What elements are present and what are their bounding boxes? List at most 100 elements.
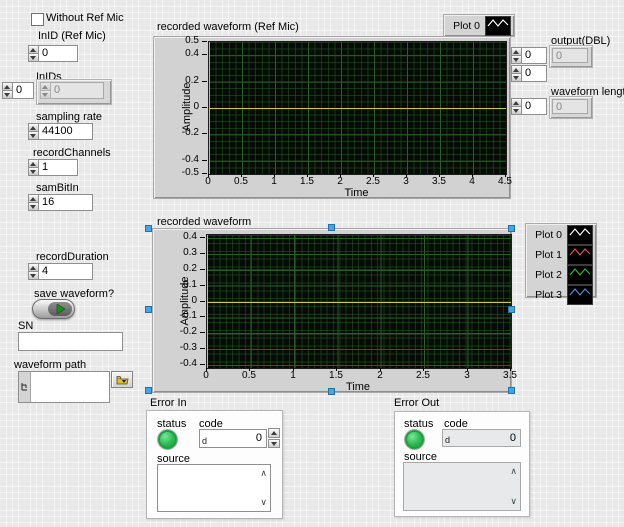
sampling-rate-value[interactable]: 44100 bbox=[39, 123, 93, 140]
x-tick-label: 2.5 bbox=[361, 176, 385, 187]
x-tick-label: 2 bbox=[368, 370, 392, 381]
waveform-length-index-input[interactable]: 0 bbox=[511, 98, 547, 115]
plot-area[interactable] bbox=[206, 234, 512, 369]
scroll-down-icon[interactable]: ∨ bbox=[510, 497, 517, 506]
selection-handle[interactable] bbox=[145, 306, 152, 313]
x-tick-label: 2.5 bbox=[411, 370, 435, 381]
y-tick-mark bbox=[202, 107, 207, 108]
error-in-status-label: status bbox=[157, 418, 186, 430]
selection-handle[interactable] bbox=[328, 224, 335, 231]
without-ref-mic-checkbox[interactable] bbox=[31, 13, 44, 26]
graph-legend[interactable]: Plot 0Plot 1Plot 2 Plot 3 bbox=[525, 223, 597, 298]
labview-front-panel: Without Ref Mic InID (Ref Mic) 0 InIDs 0… bbox=[0, 0, 624, 527]
output-dbl-index1-input[interactable]: 0 bbox=[511, 47, 547, 64]
without-ref-mic-label: Without Ref Mic bbox=[46, 12, 124, 24]
scroll-down-icon[interactable]: ∨ bbox=[260, 498, 267, 507]
inids-index-input[interactable]: 0 bbox=[2, 82, 34, 99]
x-tick-mark bbox=[307, 174, 308, 177]
selection-handle[interactable] bbox=[508, 225, 515, 232]
save-waveform-button[interactable] bbox=[32, 299, 75, 319]
x-tick-mark bbox=[472, 174, 473, 177]
code-spinner[interactable] bbox=[268, 428, 280, 448]
legend-item[interactable]: Plot 1 bbox=[529, 245, 593, 265]
waveform-length-element-value[interactable]: 0 bbox=[552, 99, 588, 114]
x-tick-label: 0.5 bbox=[237, 370, 261, 381]
waveform-line-icon[interactable] bbox=[567, 225, 593, 245]
error-in-code-input[interactable]: d 0 bbox=[199, 429, 267, 448]
spinner-icon[interactable] bbox=[511, 65, 522, 82]
graph-legend-ref-mic[interactable]: Plot 0 bbox=[443, 14, 515, 37]
spinner-icon[interactable] bbox=[511, 98, 522, 115]
waveform-path-value[interactable] bbox=[31, 372, 109, 402]
selection-handle[interactable] bbox=[145, 225, 152, 232]
inid-ref-mic-value[interactable]: 0 bbox=[39, 45, 78, 62]
x-tick-label: 3.5 bbox=[498, 370, 522, 381]
inid-ref-mic-input[interactable]: 0 bbox=[28, 45, 78, 62]
spinner-icon[interactable] bbox=[28, 45, 39, 62]
output-dbl-index2-input[interactable]: 0 bbox=[511, 65, 547, 82]
y-tick-mark bbox=[202, 41, 207, 42]
error-out-source-indicator: ∧ ∨ bbox=[403, 462, 521, 511]
waveform-line-icon[interactable] bbox=[567, 285, 593, 305]
output-dbl-element[interactable]: 0 bbox=[552, 48, 588, 63]
scroll-up-icon[interactable]: ∧ bbox=[510, 467, 517, 476]
waveform-path-label: waveform path bbox=[14, 359, 86, 371]
plot-area[interactable] bbox=[208, 41, 507, 175]
waveform-path-input[interactable] bbox=[18, 371, 110, 403]
waveform-graph-ref-mic[interactable]: 0.50.40.20-0.2-0.4-0.500.511.522.533.544… bbox=[153, 36, 511, 199]
legend-plot-label: Plot 3 bbox=[535, 289, 562, 301]
error-out-status-label: status bbox=[404, 418, 433, 430]
error-in-source-input[interactable]: ∧ ∨ bbox=[157, 464, 271, 512]
inids-element-value[interactable]: 0 bbox=[51, 82, 104, 99]
record-duration-input[interactable]: 4 bbox=[28, 263, 93, 280]
sampling-rate-input[interactable]: 44100 bbox=[28, 123, 93, 140]
error-in-cluster[interactable]: status code d 0 source ∧ ∨ bbox=[146, 410, 283, 519]
spinner-icon[interactable] bbox=[28, 159, 39, 176]
sam-bit-in-value[interactable]: 16 bbox=[39, 194, 93, 211]
selection-handle[interactable] bbox=[328, 388, 335, 395]
y-tick-mark bbox=[200, 253, 205, 254]
output-dbl-index2-value[interactable]: 0 bbox=[522, 65, 547, 82]
sam-bit-in-input[interactable]: 16 bbox=[28, 194, 93, 211]
waveform-line-icon[interactable] bbox=[485, 16, 511, 36]
x-tick-mark bbox=[439, 174, 440, 177]
error-in-status-led[interactable] bbox=[158, 430, 177, 449]
selection-handle[interactable] bbox=[145, 387, 152, 394]
record-channels-value[interactable]: 1 bbox=[39, 159, 78, 176]
error-out-code-value: 0 bbox=[510, 432, 516, 444]
spinner-icon[interactable] bbox=[28, 123, 39, 140]
record-channels-input[interactable]: 1 bbox=[28, 159, 78, 176]
output-dbl-index1-value[interactable]: 0 bbox=[522, 47, 547, 64]
waveform-graph[interactable]: 0.40.30.20.10-0.1-0.2-0.3-0.400.511.522.… bbox=[152, 228, 512, 393]
waveform-length-index-value[interactable]: 0 bbox=[522, 98, 547, 115]
waveform-line-icon[interactable] bbox=[567, 265, 593, 285]
spinner-icon[interactable] bbox=[2, 82, 13, 99]
waveform-length-element[interactable]: 0 bbox=[552, 99, 588, 114]
legend-item[interactable]: Plot 2 bbox=[529, 265, 593, 285]
spinner-icon[interactable] bbox=[28, 263, 39, 280]
error-out-cluster[interactable]: status code d 0 source ∧ ∨ bbox=[394, 411, 530, 517]
spinner-icon[interactable] bbox=[28, 194, 39, 211]
y-tick-mark bbox=[200, 364, 205, 365]
sn-input[interactable] bbox=[18, 332, 123, 351]
x-tick-mark bbox=[206, 368, 207, 371]
inids-element-input[interactable]: 0 bbox=[40, 82, 104, 99]
legend-item[interactable]: Plot 3 bbox=[529, 285, 593, 305]
x-tick-label: 1 bbox=[281, 370, 305, 381]
y-tick-label: 0.5 bbox=[154, 35, 199, 46]
legend-item[interactable]: Plot 0 bbox=[529, 225, 593, 245]
error-in-code-value[interactable]: 0 bbox=[256, 432, 262, 444]
legend-item[interactable]: Plot 0 bbox=[447, 16, 511, 36]
browse-path-button[interactable] bbox=[111, 371, 133, 388]
selection-handle[interactable] bbox=[508, 387, 515, 394]
scroll-up-icon[interactable]: ∧ bbox=[260, 469, 267, 478]
record-duration-value[interactable]: 4 bbox=[39, 263, 93, 280]
x-tick-mark bbox=[423, 368, 424, 371]
spinner-icon[interactable] bbox=[511, 47, 522, 64]
output-dbl-element-value[interactable]: 0 bbox=[552, 48, 588, 63]
sampling-rate-label: sampling rate bbox=[36, 111, 102, 123]
waveform-line-icon[interactable] bbox=[567, 245, 593, 265]
selection-handle[interactable] bbox=[508, 306, 515, 313]
graph-title: recorded waveform bbox=[157, 216, 251, 228]
inids-index-value[interactable]: 0 bbox=[13, 82, 34, 99]
